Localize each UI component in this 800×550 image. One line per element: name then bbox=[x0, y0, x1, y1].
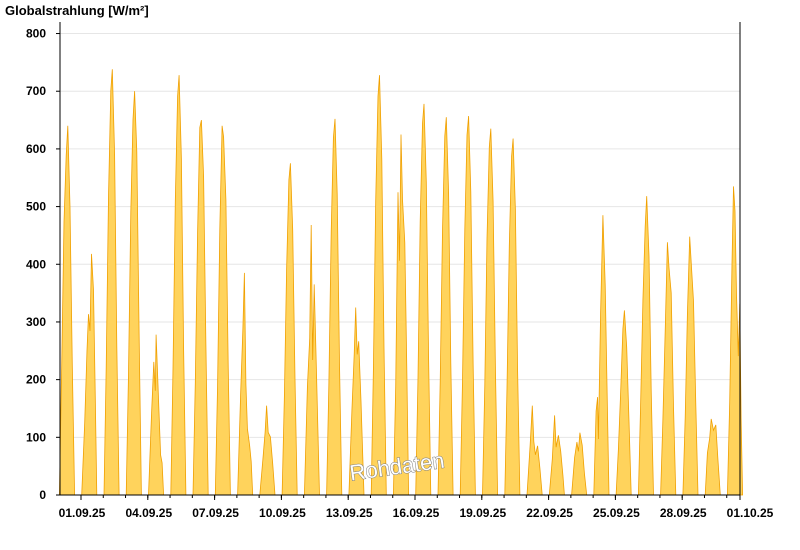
xtick-label-16.09.25: 16.09.25 bbox=[393, 506, 440, 520]
day-area-22.09.25 bbox=[526, 405, 543, 496]
xtick-label-01.10.25: 01.10.25 bbox=[727, 506, 774, 520]
day-area-09.09.25 bbox=[237, 272, 254, 496]
xtick-label-07.09.25: 07.09.25 bbox=[192, 506, 239, 520]
day-area-16.09.25 bbox=[392, 134, 410, 496]
xtick-label-13.09.25: 13.09.25 bbox=[326, 506, 373, 520]
day-area-11.09.25 bbox=[281, 163, 298, 496]
day-area-12.09.25 bbox=[303, 224, 320, 496]
day-area-15.09.25 bbox=[370, 75, 387, 496]
ytick-label-0: 0 bbox=[39, 488, 46, 502]
day-area-01.09.25 bbox=[58, 125, 76, 496]
day-area-13.09.25 bbox=[326, 118, 343, 496]
xtick-label-10.09.25: 10.09.25 bbox=[259, 506, 306, 520]
day-area-07.09.25 bbox=[192, 120, 209, 496]
day-area-06.09.25 bbox=[170, 75, 187, 496]
y-axis-title: Globalstrahlung [W/m²] bbox=[5, 3, 149, 18]
day-area-08.09.25 bbox=[214, 125, 231, 496]
x-axis: 01.09.25 04.09.25 07.09.25 10.09.25 13.09.25… bbox=[59, 495, 774, 520]
day-area-26.09.25 bbox=[615, 310, 632, 496]
day-area-10.09.25 bbox=[259, 405, 276, 496]
ytick-label-700: 700 bbox=[26, 84, 46, 98]
xtick-label-01.09.25: 01.09.25 bbox=[59, 506, 106, 520]
xtick-label-28.09.25: 28.09.25 bbox=[660, 506, 707, 520]
day-area-27.09.25 bbox=[637, 196, 654, 496]
solar-radiation-chart: Globalstrahlung [W/m²] 0 100 200 300 400 500 6… bbox=[5, 3, 774, 520]
day-area-04.09.25 bbox=[125, 91, 142, 496]
ytick-label-500: 500 bbox=[26, 200, 46, 214]
day-area-17.09.25 bbox=[415, 103, 432, 496]
day-area-02.09.25 bbox=[81, 253, 98, 496]
day-area-29.09.25 bbox=[682, 236, 699, 496]
day-area-25.09.25 bbox=[593, 215, 610, 496]
day-area-03.09.25 bbox=[103, 69, 120, 496]
day-area-21.09.25 bbox=[504, 138, 521, 496]
day-area-23.09.25 bbox=[548, 415, 565, 496]
ytick-label-400: 400 bbox=[26, 257, 46, 271]
ytick-label-200: 200 bbox=[26, 373, 46, 387]
day-area-05.09.25 bbox=[148, 334, 165, 496]
ytick-label-300: 300 bbox=[26, 315, 46, 329]
day-area-20.09.25 bbox=[482, 128, 499, 496]
day-area-19.09.25 bbox=[459, 115, 476, 496]
day-area-28.09.25 bbox=[660, 242, 677, 496]
ytick-label-600: 600 bbox=[26, 142, 46, 156]
ytick-label-100: 100 bbox=[26, 430, 46, 444]
day-area-30.09.25 bbox=[704, 418, 721, 496]
xtick-label-19.09.25: 19.09.25 bbox=[459, 506, 506, 520]
xtick-label-22.09.25: 22.09.25 bbox=[526, 506, 573, 520]
radiation-area-series bbox=[58, 69, 744, 496]
day-area-24.09.25 bbox=[571, 432, 588, 496]
xtick-label-04.09.25: 04.09.25 bbox=[125, 506, 172, 520]
day-area-18.09.25 bbox=[437, 117, 454, 496]
xtick-label-25.09.25: 25.09.25 bbox=[593, 506, 640, 520]
y-axis: 0 100 200 300 400 500 600 700 800 bbox=[26, 27, 60, 502]
ytick-label-800: 800 bbox=[26, 27, 46, 41]
